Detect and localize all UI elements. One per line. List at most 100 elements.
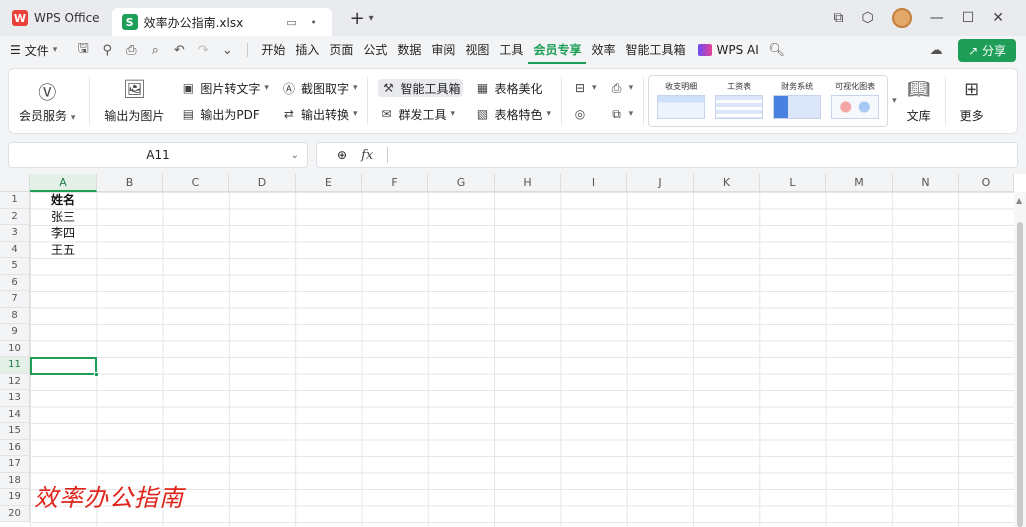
share-button[interactable]: ↗ 分享: [958, 39, 1016, 62]
template-income-expense[interactable]: 收支明细: [655, 81, 707, 121]
spreadsheet-grid[interactable]: A B C D E F G H I J K L M N O 1 2 3 4 5 …: [0, 174, 1026, 527]
row-header[interactable]: 4: [0, 241, 30, 258]
output-convert-button[interactable]: ⇄ 输出转换 ▾: [281, 105, 358, 123]
row-header[interactable]: 20: [0, 505, 30, 522]
column-header-d[interactable]: D: [229, 174, 296, 192]
chevron-down-icon[interactable]: ⌄: [291, 150, 299, 161]
print-preview-icon[interactable]: ⌕: [143, 43, 167, 58]
row-header[interactable]: 13: [0, 390, 30, 407]
target-tool-button[interactable]: ◎: [572, 105, 597, 123]
column-header-l[interactable]: L: [760, 174, 826, 192]
avatar[interactable]: [891, 8, 912, 28]
app-home-tab[interactable]: W WPS Office: [0, 0, 112, 36]
row-header-selected[interactable]: 11: [0, 357, 30, 374]
export-pdf-button[interactable]: ▤ 输出为PDF: [180, 105, 269, 123]
export-image-button[interactable]: 🖼︎ 输出为图片: [94, 71, 174, 131]
tab-efficiency[interactable]: 效率: [586, 36, 620, 64]
close-icon[interactable]: ✕: [992, 10, 1004, 26]
column-header-f[interactable]: F: [362, 174, 428, 192]
group-send-button[interactable]: ✉ 群发工具 ▾: [378, 105, 462, 123]
active-cell-a11[interactable]: [30, 357, 97, 375]
cloud-upload-icon[interactable]: ☁: [924, 43, 948, 58]
more-button[interactable]: ⊞ 更多: [950, 71, 994, 131]
tab-smart-toolbox[interactable]: 智能工具箱: [620, 36, 690, 64]
row-header[interactable]: 7: [0, 291, 30, 308]
tab-insert[interactable]: 插入: [290, 36, 324, 64]
row-header[interactable]: 1: [0, 192, 30, 209]
smart-toolbox-button[interactable]: ⚒ 智能工具箱: [378, 79, 463, 97]
column-header-j[interactable]: J: [627, 174, 694, 192]
tab-formula[interactable]: 公式: [358, 36, 392, 64]
cell-a4[interactable]: 王五: [30, 242, 96, 259]
column-header-e[interactable]: E: [296, 174, 362, 192]
print-icon[interactable]: ⎙: [119, 43, 143, 58]
restore-tab-icon[interactable]: ⧉: [833, 10, 843, 26]
screenshot-text-button[interactable]: Ⓐ 截图取字 ▾: [281, 79, 358, 97]
fill-handle[interactable]: [94, 372, 99, 377]
wps-ai-button[interactable]: WPS AI: [698, 43, 759, 57]
row-header[interactable]: 18: [0, 472, 30, 489]
share-link-icon[interactable]: ⚲: [95, 43, 119, 58]
row-header[interactable]: 12: [0, 373, 30, 390]
row-header[interactable]: 10: [0, 340, 30, 357]
row-header[interactable]: 6: [0, 274, 30, 291]
row-header[interactable]: 19: [0, 489, 30, 506]
tab-tools[interactable]: 工具: [494, 36, 528, 64]
row-header[interactable]: 3: [0, 225, 30, 242]
file-menu[interactable]: ☰ 文件 ▾: [10, 42, 57, 59]
image-to-text-button[interactable]: ▣ 图片转文字 ▾: [180, 79, 269, 97]
zoom-search-icon[interactable]: ⊕: [337, 148, 347, 162]
tab-view[interactable]: 视图: [460, 36, 494, 64]
tab-page[interactable]: 页面: [324, 36, 358, 64]
row-header[interactable]: 14: [0, 406, 30, 423]
redo-icon[interactable]: ↷: [191, 43, 215, 58]
template-payroll[interactable]: 工资表: [713, 81, 765, 121]
member-service-button[interactable]: Ⓥ 会员服务 ▾: [9, 71, 85, 131]
scrollbar-thumb[interactable]: [1017, 222, 1023, 527]
chevron-down-icon[interactable]: ⌄: [215, 43, 239, 58]
undo-icon[interactable]: ↶: [167, 43, 191, 58]
save-icon[interactable]: 🖫: [71, 39, 95, 61]
monitor-icon[interactable]: ▭: [284, 16, 300, 29]
column-header-o[interactable]: O: [959, 174, 1014, 192]
scroll-up-icon[interactable]: ▲: [1016, 196, 1022, 205]
column-header-a[interactable]: A: [30, 174, 97, 192]
row-header[interactable]: 9: [0, 324, 30, 341]
cell-a2[interactable]: 张三: [30, 209, 96, 226]
column-header-g[interactable]: G: [428, 174, 495, 192]
column-header-i[interactable]: I: [561, 174, 627, 192]
table-beautify-button[interactable]: ▦ 表格美化: [475, 79, 552, 97]
print-tool-button[interactable]: ⎙ ▾: [609, 79, 633, 97]
library-button[interactable]: 📖︎ 文库: [897, 71, 941, 131]
column-header-k[interactable]: K: [694, 174, 760, 192]
table-feature-button[interactable]: ▧ 表格特色 ▾: [475, 105, 551, 123]
tab-data[interactable]: 数据: [392, 36, 426, 64]
row-header[interactable]: 16: [0, 439, 30, 456]
sheet-tool-button[interactable]: ⊟ ▾: [572, 79, 597, 97]
column-header-h[interactable]: H: [495, 174, 561, 192]
row-header[interactable]: 15: [0, 423, 30, 440]
dot-icon[interactable]: •: [306, 16, 322, 29]
cell-a3[interactable]: 李四: [30, 225, 96, 242]
row-header[interactable]: 2: [0, 208, 30, 225]
cube-icon[interactable]: ⬡: [861, 10, 873, 26]
column-header-m[interactable]: M: [826, 174, 893, 192]
maximize-icon[interactable]: ☐: [962, 10, 975, 26]
new-tab-button[interactable]: +: [350, 8, 365, 29]
column-header-c[interactable]: C: [163, 174, 229, 192]
cell-a1[interactable]: 姓名: [30, 192, 96, 209]
template-visual-chart[interactable]: 可视化图表: [829, 81, 881, 121]
tab-review[interactable]: 审阅: [426, 36, 460, 64]
select-all-corner[interactable]: [0, 174, 30, 192]
chevron-down-icon[interactable]: ▾: [369, 13, 374, 24]
minimize-icon[interactable]: —: [930, 10, 944, 26]
cell-gridlines[interactable]: [30, 192, 1014, 527]
search-icon[interactable]: 🔍︎: [765, 43, 789, 58]
row-header[interactable]: 17: [0, 456, 30, 473]
tab-home[interactable]: 开始: [256, 36, 290, 64]
document-tab[interactable]: S 效率办公指南.xlsx ▭ •: [111, 8, 332, 36]
copy-tool-button[interactable]: ⧉ ▾: [609, 105, 633, 123]
name-box[interactable]: A11 ⌄: [8, 142, 308, 168]
row-header[interactable]: 5: [0, 258, 30, 275]
vertical-scrollbar[interactable]: ▲: [1014, 192, 1026, 527]
